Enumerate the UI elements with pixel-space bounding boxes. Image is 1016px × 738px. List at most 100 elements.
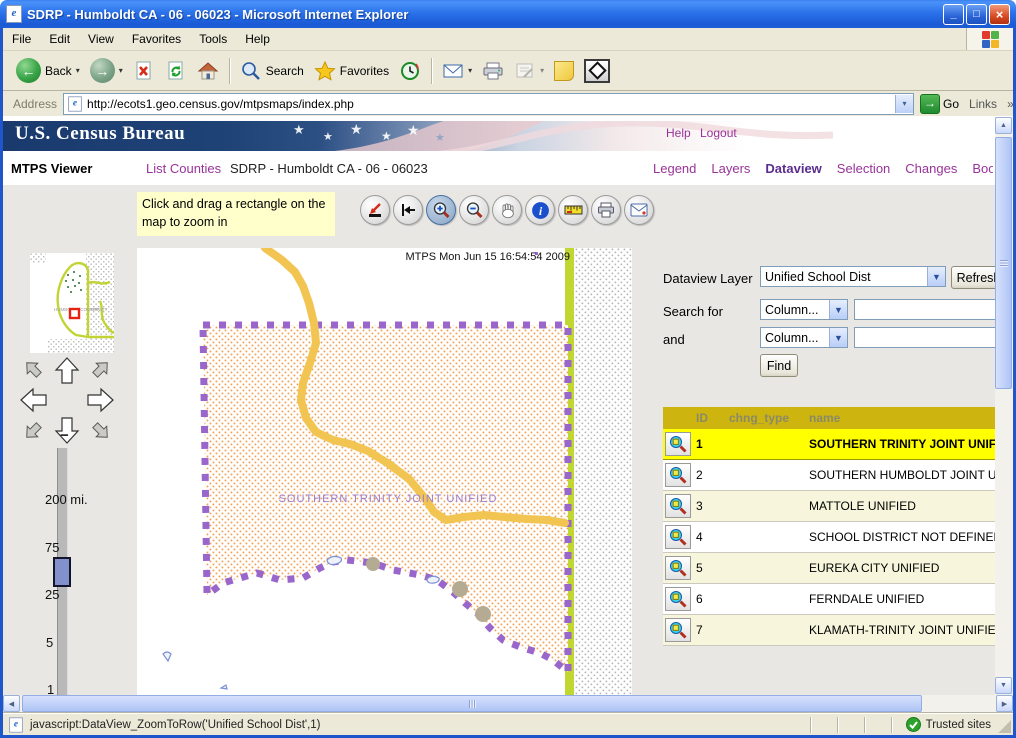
vertical-scroll-thumb[interactable] xyxy=(995,137,1012,389)
table-row[interactable]: 2 SOUTHERN HUMBOLDT JOINT UNIFIED xyxy=(663,460,1003,491)
table-row[interactable]: 6 FERNDALE UNIFIED xyxy=(663,584,1003,615)
search-value-input-1[interactable] xyxy=(854,299,1006,320)
diamond-icon xyxy=(584,59,610,83)
scroll-right-icon[interactable]: ▶ xyxy=(996,695,1013,712)
table-row[interactable]: 7 KLAMATH-TRINITY JOINT UNIFIED xyxy=(663,615,1003,646)
logout-link[interactable]: Logout xyxy=(700,126,737,140)
menu-file[interactable]: File xyxy=(3,29,40,49)
previous-extent-icon[interactable] xyxy=(393,195,423,225)
back-button[interactable]: ← Back▾ xyxy=(11,56,85,85)
mail-button[interactable]: ▾ xyxy=(437,59,477,83)
table-row[interactable]: 5 EUREKA CITY UNIFIED xyxy=(663,553,1003,584)
notes-button[interactable] xyxy=(549,59,579,83)
menu-tools[interactable]: Tools xyxy=(190,29,236,49)
horizontal-scrollbar[interactable]: ◀ ▶ xyxy=(3,695,1013,713)
edit-dropdown-icon[interactable]: ▾ xyxy=(540,66,544,75)
search-column-select-2[interactable]: Column... ▼ xyxy=(760,327,848,348)
zoom-to-row-button[interactable] xyxy=(665,463,691,487)
home-icon xyxy=(197,61,219,81)
nav-layers-link[interactable]: Layers xyxy=(711,161,750,176)
search-button[interactable]: Search xyxy=(235,59,309,83)
table-row[interactable]: 3 MATTOLE UNIFIED xyxy=(663,491,1003,522)
zoom-to-row-button[interactable] xyxy=(665,494,691,518)
print-button[interactable] xyxy=(477,59,509,83)
home-button[interactable] xyxy=(192,59,224,83)
zoom-in-icon[interactable] xyxy=(426,195,456,225)
table-row[interactable]: 1 SOUTHERN TRINITY JOINT UNIFIED xyxy=(663,429,1003,460)
menu-edit[interactable]: Edit xyxy=(40,29,79,49)
context-label: SDRP - Humboldt CA - 06 - 06023 xyxy=(230,161,428,176)
search-value-input-2[interactable] xyxy=(854,327,1006,348)
horizontal-scroll-thumb[interactable] xyxy=(22,695,922,712)
flag-star-icon: ★ xyxy=(381,129,392,143)
diamond-tool-button[interactable] xyxy=(579,57,615,85)
census-brand: U.S. Census Bureau xyxy=(15,123,185,145)
print-map-icon[interactable] xyxy=(591,195,621,225)
forward-button[interactable]: → ▾ xyxy=(85,56,128,85)
menu-favorites[interactable]: Favorites xyxy=(123,29,190,49)
list-counties-link[interactable]: List Counties xyxy=(146,161,221,176)
refresh-button[interactable] xyxy=(160,59,192,83)
go-arrow-icon: → xyxy=(920,94,940,114)
measure-ruler-icon[interactable] xyxy=(558,195,588,225)
minimize-button[interactable]: _ xyxy=(943,4,964,25)
zoom-to-row-button[interactable] xyxy=(665,587,691,611)
identify-info-icon[interactable]: i xyxy=(525,195,555,225)
scroll-down-icon[interactable]: ▼ xyxy=(995,677,1012,694)
table-row[interactable]: 4 SCHOOL DISTRICT NOT DEFINED xyxy=(663,522,1003,553)
chevron-down-icon[interactable]: ▼ xyxy=(927,267,945,286)
nav-dataview-link[interactable]: Dataview xyxy=(765,161,821,176)
neighbor-county-hatch xyxy=(574,248,632,695)
close-button[interactable]: × xyxy=(989,4,1010,25)
nav-legend-link[interactable]: Legend xyxy=(653,161,696,176)
nav-bookmark-link[interactable]: Bookmark xyxy=(972,161,993,176)
address-label: Address xyxy=(13,97,57,111)
chevron-down-icon[interactable]: ▼ xyxy=(829,300,847,319)
dataview-layer-select[interactable]: Unified School Dist ▼ xyxy=(760,266,946,287)
pan-upleft-arrow xyxy=(21,357,44,380)
zoom-out-icon[interactable] xyxy=(459,195,489,225)
col-id: ID xyxy=(696,411,729,425)
go-button[interactable]: → Go xyxy=(920,94,959,114)
nav-changes-link[interactable]: Changes xyxy=(905,161,957,176)
back-dropdown-icon[interactable]: ▾ xyxy=(76,66,80,75)
zoom-to-county-icon[interactable] xyxy=(360,195,390,225)
resize-grip[interactable] xyxy=(998,720,1011,733)
zoom-out-minus[interactable]: − xyxy=(60,427,69,444)
scale-label: 200 mi. xyxy=(45,492,88,507)
vertical-scrollbar[interactable]: ▲ ▼ xyxy=(995,117,1013,695)
address-dropdown-icon[interactable]: ▾ xyxy=(895,95,913,113)
address-input[interactable]: e http://ecots1.geo.census.gov/mtpsmaps/… xyxy=(63,93,914,115)
zoom-to-row-button[interactable] xyxy=(665,618,691,642)
map-canvas[interactable]: SOUTHERN TRINITY JOINT UNIFIED MTPS Mon … xyxy=(137,248,632,695)
maximize-button[interactable]: □ xyxy=(966,4,987,25)
favorites-button[interactable]: Favorites xyxy=(309,59,394,83)
nav-selection-link[interactable]: Selection xyxy=(837,161,890,176)
map-toolbar: i xyxy=(360,195,654,225)
email-map-icon[interactable] xyxy=(624,195,654,225)
zoom-to-row-button[interactable] xyxy=(665,556,691,580)
mail-dropdown-icon[interactable]: ▾ xyxy=(468,66,472,75)
forward-dropdown-icon[interactable]: ▾ xyxy=(119,66,123,75)
scroll-left-icon[interactable]: ◀ xyxy=(3,695,20,712)
zoom-to-row-button[interactable] xyxy=(665,525,691,549)
links-label[interactable]: Links xyxy=(969,97,997,111)
title-bar[interactable]: e SDRP - Humboldt CA - 06 - 06023 - Micr… xyxy=(0,0,1016,28)
zoom-slider-thumb[interactable] xyxy=(53,557,71,587)
windows-logo xyxy=(966,28,1013,50)
search-column-select-1[interactable]: Column... ▼ xyxy=(760,299,848,320)
menu-help[interactable]: Help xyxy=(236,29,279,49)
find-button[interactable]: Find xyxy=(760,354,798,377)
chevron-down-icon[interactable]: ▼ xyxy=(829,328,847,347)
mail-icon xyxy=(442,61,464,81)
stop-button[interactable] xyxy=(128,59,160,83)
edit-button[interactable]: ▾ xyxy=(509,59,549,83)
scroll-up-icon[interactable]: ▲ xyxy=(995,117,1012,134)
overview-minimap[interactable]: HUMBOLDT COUNTY TRINITY xyxy=(30,253,114,353)
zoom-to-row-button[interactable] xyxy=(665,432,691,456)
nav-links: Legend Layers Dataview Selection Changes… xyxy=(653,161,993,176)
menu-view[interactable]: View xyxy=(79,29,123,49)
history-button[interactable] xyxy=(394,59,426,83)
pan-hand-icon[interactable] xyxy=(492,195,522,225)
help-link[interactable]: Help xyxy=(666,126,691,140)
